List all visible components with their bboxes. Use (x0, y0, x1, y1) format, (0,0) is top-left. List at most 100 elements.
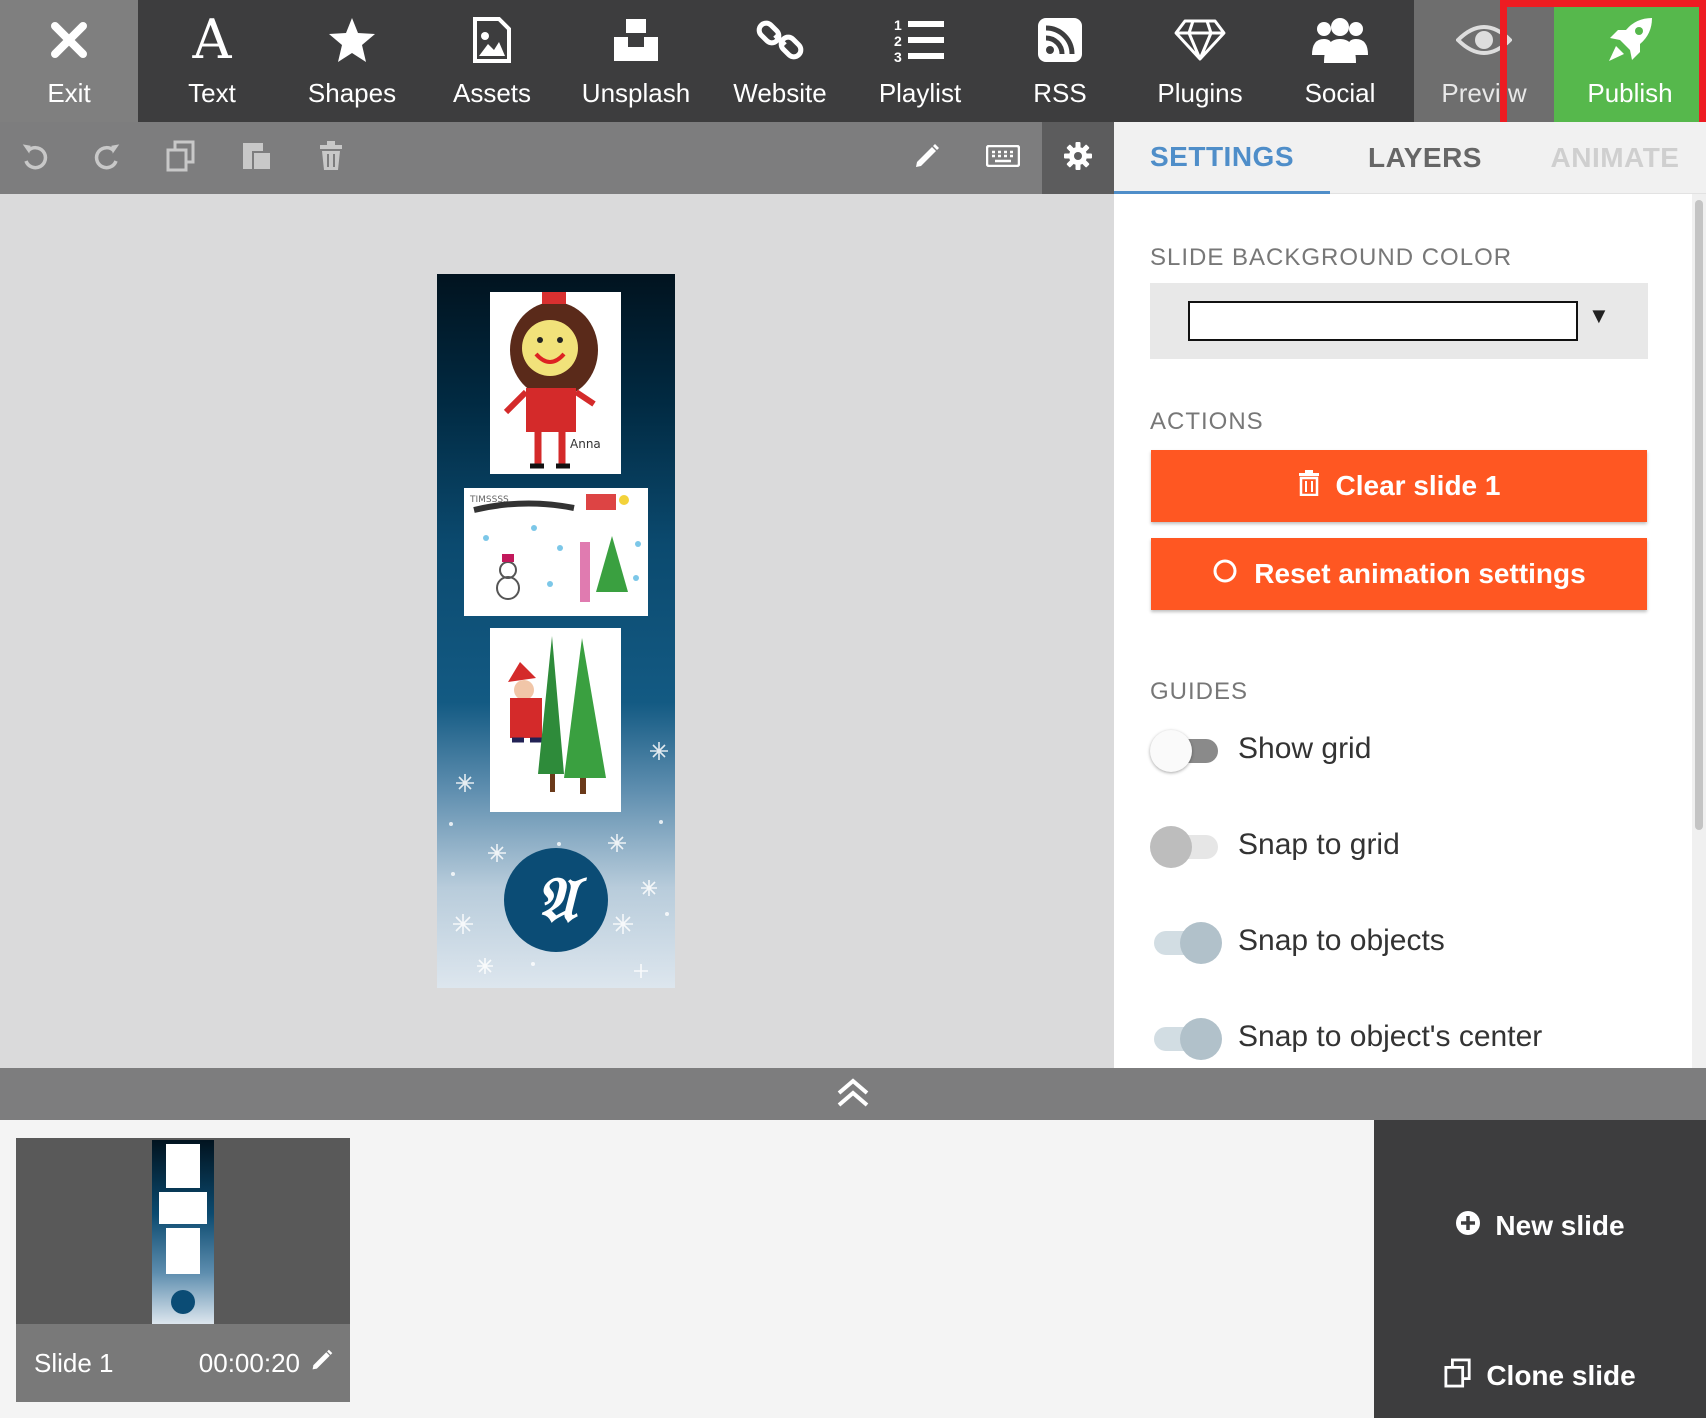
svg-text:1: 1 (894, 17, 902, 33)
assets-tool-button[interactable]: Assets (426, 0, 558, 122)
exit-button[interactable]: Exit (0, 0, 138, 122)
slide-thumbnail[interactable]: Slide 1 00:00:20 (16, 1138, 350, 1402)
website-tool-button[interactable]: Website (714, 0, 846, 122)
color-swatch[interactable] (1188, 301, 1578, 341)
circle-icon (1212, 558, 1238, 591)
scroll-thumb[interactable] (1695, 200, 1703, 830)
playlist-tool-button[interactable]: 123 Playlist (854, 0, 986, 122)
settings-gear-button[interactable] (1042, 122, 1114, 194)
rocket-icon (1606, 0, 1654, 80)
actions-heading: ACTIONS (1150, 408, 1264, 435)
exit-label: Exit (47, 78, 91, 108)
svg-text:Anna: Anna (570, 437, 601, 451)
newspaper-logo: 𝔄 (504, 848, 608, 952)
slide-info-bar: Slide 1 00:00:20 (16, 1324, 350, 1402)
social-tool-button[interactable]: Social (1274, 0, 1406, 122)
new-slide-label: New slide (1495, 1210, 1625, 1241)
rss-tool-button[interactable]: RSS (994, 0, 1126, 122)
slide-title: Slide 1 (34, 1348, 114, 1378)
timeline-toggle-bar[interactable] (0, 1068, 1706, 1120)
publish-button[interactable]: Publish (1554, 0, 1706, 122)
publish-label: Publish (1587, 78, 1673, 108)
bg-color-picker[interactable]: ▼ (1150, 283, 1648, 359)
slide-actions-panel: New slide Clone slide (1374, 1120, 1706, 1418)
snap-to-grid-label: Snap to grid (1238, 828, 1400, 861)
clone-slide-button[interactable]: Clone slide (1374, 1346, 1706, 1406)
unsplash-tool-label: Unsplash (581, 78, 691, 108)
unsplash-tool-button[interactable]: Unsplash (566, 0, 706, 122)
plugins-tool-label: Plugins (1157, 78, 1243, 108)
copy-icon (166, 140, 196, 177)
svg-text:3: 3 (894, 49, 902, 64)
shapes-tool-label: Shapes (307, 78, 397, 108)
trash-icon (1298, 469, 1320, 503)
paste-button[interactable] (222, 122, 292, 194)
paste-icon (241, 140, 273, 177)
redo-icon (92, 141, 122, 176)
redo-button[interactable] (72, 122, 142, 194)
bg-color-heading: SLIDE BACKGROUND COLOR (1150, 244, 1513, 271)
dropdown-arrow-icon[interactable]: ▼ (1588, 303, 1610, 329)
gear-icon (1064, 141, 1092, 175)
diamond-icon (1173, 0, 1227, 80)
guides-heading: GUIDES (1150, 678, 1249, 705)
pencil-icon (913, 142, 941, 175)
plus-circle-icon (1455, 1210, 1481, 1243)
new-slide-button[interactable]: New slide (1374, 1196, 1706, 1256)
tab-animate[interactable]: ANIMATE (1520, 122, 1706, 194)
copy-button[interactable] (146, 122, 216, 194)
rss-tool-label: RSS (1033, 78, 1087, 108)
show-grid-label: Show grid (1238, 732, 1372, 765)
playlist-tool-label: Playlist (878, 78, 962, 108)
assets-tool-label: Assets (452, 78, 532, 108)
link-icon (756, 0, 804, 80)
slide-canvas[interactable]: Anna TIMSSSS 𝔄 (0, 194, 1114, 1068)
pencil-icon[interactable] (310, 1348, 334, 1377)
preview-label: Previ w (1441, 78, 1527, 108)
list-icon: 123 (894, 0, 946, 80)
unsplash-icon (612, 0, 660, 80)
keyboard-button[interactable] (968, 122, 1038, 194)
text-tool-label: Text (188, 78, 236, 108)
clear-slide-label: Clear slide 1 (1335, 470, 1501, 501)
preview-button[interactable]: Previ w (1414, 0, 1554, 122)
snap-to-center-label: Snap to object's center (1238, 1020, 1543, 1053)
social-tool-label: Social (1304, 78, 1376, 108)
website-tool-label: Website (733, 78, 827, 108)
star-icon (328, 0, 376, 80)
slide-duration: 00:00:20 (198, 1348, 300, 1378)
snap-to-center-toggle[interactable] (1150, 1016, 1222, 1062)
panel-scrollbar[interactable] (1692, 194, 1706, 1068)
tab-layers[interactable]: LAYERS (1330, 122, 1520, 194)
undo-icon (20, 141, 50, 176)
delete-button[interactable] (296, 122, 366, 194)
reset-animation-button[interactable]: Reset animation settings (1151, 538, 1647, 610)
svg-text:TIMSSSS: TIMSSSS (469, 495, 509, 505)
plugins-tool-button[interactable]: Plugins (1134, 0, 1266, 122)
main-toolbar: Exit A Text Shapes Assets Unsplash Websi… (0, 0, 1706, 159)
copy-icon (1444, 1358, 1472, 1395)
text-icon: A (192, 8, 232, 71)
keyboard-icon (985, 144, 1021, 172)
snap-to-objects-toggle[interactable] (1150, 920, 1222, 966)
trash-icon (318, 140, 344, 176)
shapes-tool-button[interactable]: Shapes (286, 0, 418, 122)
svg-text:2: 2 (894, 33, 902, 49)
snap-to-grid-toggle[interactable] (1150, 824, 1222, 870)
slide-strip: Slide 1 00:00:20 (0, 1120, 1374, 1418)
slide-preview[interactable]: Anna TIMSSSS 𝔄 (437, 274, 675, 988)
undo-button[interactable] (0, 122, 70, 194)
drawing-image-2[interactable]: TIMSSSS (464, 488, 648, 616)
double-chevron-up-icon[interactable] (835, 1077, 871, 1112)
clear-slide-button[interactable]: Clear slide 1 (1151, 450, 1647, 522)
eye-icon (1456, 0, 1512, 80)
edit-pencil-button[interactable] (892, 122, 962, 194)
tab-settings[interactable]: SETTINGS (1114, 122, 1330, 194)
show-grid-toggle[interactable] (1150, 728, 1222, 774)
users-icon (1312, 0, 1368, 80)
image-icon (472, 0, 512, 80)
slide-thumbnail-image (152, 1140, 214, 1324)
snap-to-objects-label: Snap to objects (1238, 924, 1445, 957)
text-tool-button[interactable]: A Text (146, 0, 278, 122)
drawing-image-1[interactable]: Anna (490, 292, 621, 474)
